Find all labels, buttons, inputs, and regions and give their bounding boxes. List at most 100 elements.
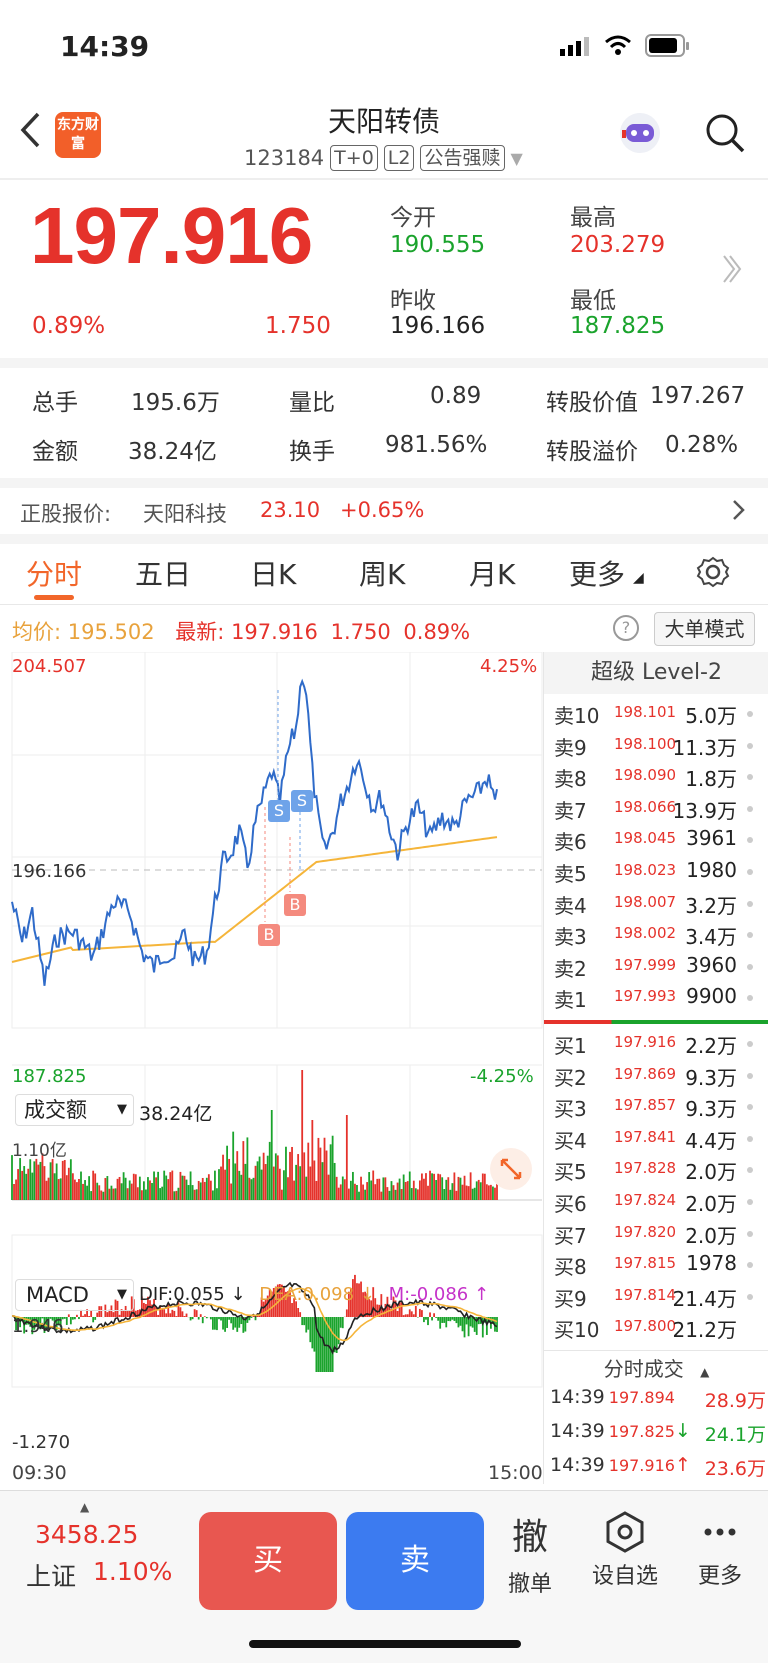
cancel-order-button[interactable]: 撤 撤单 xyxy=(485,1508,575,1598)
index-name[interactable]: 上证 xyxy=(26,1557,76,1593)
volume-value: 195.6万 xyxy=(131,390,220,416)
buy-button[interactable]: 买 xyxy=(199,1512,337,1610)
volume-bar xyxy=(307,1142,310,1200)
macd-bar xyxy=(455,1317,458,1324)
expand-chevron-icon[interactable] xyxy=(720,252,744,290)
volume-bar xyxy=(475,1181,478,1200)
bid-row[interactable]: 买2 197.869 9.3万 xyxy=(544,1062,759,1092)
volume-bar xyxy=(366,1182,369,1200)
ask-price: 198.002 xyxy=(614,924,677,943)
settings-gear-icon[interactable] xyxy=(696,555,730,593)
index-pct[interactable]: 1.10% xyxy=(93,1557,172,1586)
index-value[interactable]: 3458.25 xyxy=(35,1520,138,1549)
ask-row[interactable]: 卖8 198.090 1.8万 xyxy=(544,763,759,793)
macd-bar xyxy=(220,1317,222,1321)
sell-marker[interactable]: S xyxy=(291,790,313,812)
bid-price: 197.820 xyxy=(614,1222,677,1241)
big-order-mode-button[interactable]: 大单模式 xyxy=(654,612,755,646)
trade-volume: 24.1万 xyxy=(704,1424,766,1446)
indicator-selector[interactable]: MACD ▼ xyxy=(15,1279,134,1311)
ask-row[interactable]: 卖4 198.007 3.2万 xyxy=(544,890,759,920)
bid-row[interactable]: 买10 197.800 21.2万 xyxy=(544,1314,759,1344)
price-line xyxy=(11,678,498,986)
tab-intraday[interactable]: 分时 xyxy=(26,553,82,593)
volume-bar xyxy=(427,1185,429,1200)
volume-bar xyxy=(181,1175,184,1200)
trade-price: 197.825 xyxy=(608,1422,675,1441)
ask-level: 卖5 xyxy=(554,862,587,886)
macd-bar xyxy=(317,1317,320,1372)
volume-bar xyxy=(153,1171,155,1200)
macd-bar xyxy=(228,1317,231,1320)
volume-bar xyxy=(309,1166,312,1200)
dot-icon xyxy=(747,1135,753,1142)
macd-bar xyxy=(209,1317,212,1320)
bid-row[interactable]: 买4 197.841 4.4万 xyxy=(544,1125,759,1155)
trades-title[interactable]: 分时成交 ▲ xyxy=(544,1353,768,1382)
volume-bar xyxy=(169,1172,172,1200)
volume-bar xyxy=(69,1159,72,1200)
bid-row[interactable]: 买9 197.814 21.4万 xyxy=(544,1283,759,1313)
volume-bar xyxy=(207,1174,210,1200)
ask-row[interactable]: 卖3 198.002 3.4万 xyxy=(544,921,759,951)
avg-label: 均价: xyxy=(12,620,62,644)
macd-bar xyxy=(423,1317,425,1323)
tag-redeem[interactable]: 公告强赎 xyxy=(420,145,505,171)
divider xyxy=(0,534,768,544)
more-button[interactable]: 更多 xyxy=(675,1510,765,1590)
sell-marker[interactable]: S xyxy=(268,800,290,822)
volume-total: 38.24亿 xyxy=(139,1103,213,1125)
ask-row[interactable]: 卖6 198.045 3961 xyxy=(544,826,759,856)
fullscreen-icon[interactable] xyxy=(490,1148,532,1190)
tab-daily-k[interactable]: 日K xyxy=(250,553,296,593)
macd-bar xyxy=(78,1317,80,1320)
search-icon[interactable] xyxy=(704,112,746,158)
bid-row[interactable]: 买5 197.828 2.0万 xyxy=(544,1156,759,1186)
bid-row[interactable]: 买7 197.820 2.0万 xyxy=(544,1220,759,1250)
volume-bar xyxy=(138,1176,141,1200)
ask-level: 卖9 xyxy=(554,735,587,760)
help-icon[interactable]: ? xyxy=(613,615,639,641)
macd-bar xyxy=(465,1317,468,1325)
ask-level: 卖1 xyxy=(554,988,587,1013)
macd-bar xyxy=(331,1317,334,1372)
volume-bar xyxy=(78,1178,80,1200)
ask-row[interactable]: 卖10 198.101 5.0万 xyxy=(544,700,759,730)
volume-bar xyxy=(203,1181,206,1200)
tab-weekly-k[interactable]: 周K xyxy=(359,553,405,593)
underlying-stock-row[interactable]: 正股报价: 天阳科技 23.10 +0.65% xyxy=(0,488,768,534)
tab-monthly-k[interactable]: 月K xyxy=(469,553,515,593)
bid-price: 197.869 xyxy=(614,1064,677,1083)
sell-button[interactable]: 卖 xyxy=(346,1512,484,1610)
tab-five-day[interactable]: 五日 xyxy=(135,553,191,593)
chevron-right-icon xyxy=(732,498,746,526)
buy-marker[interactable]: B xyxy=(258,924,280,946)
volume-selector-label: 成交额 xyxy=(24,1098,87,1122)
macd-bar xyxy=(183,1316,186,1317)
add-favorite-button[interactable]: 设自选 xyxy=(580,1510,670,1590)
low-value: 187.825 xyxy=(570,313,666,339)
ask-row[interactable]: 卖5 198.023 1980 xyxy=(544,858,759,888)
volume-bar xyxy=(418,1180,421,1200)
robot-assistant-icon[interactable] xyxy=(617,110,663,160)
volume-bar xyxy=(238,1170,241,1200)
buy-marker[interactable]: B xyxy=(284,894,306,916)
ask-row[interactable]: 卖9 198.100 11.3万 xyxy=(544,732,759,762)
bid-row[interactable]: 买1 197.916 2.2万 xyxy=(544,1030,759,1060)
volume-bar xyxy=(189,1171,192,1200)
ask-row[interactable]: 卖1 197.993 9900 xyxy=(544,984,759,1014)
volume-bar xyxy=(122,1172,125,1200)
bid-row[interactable]: 买8 197.815 1978 xyxy=(544,1251,759,1281)
dropdown-icon[interactable]: ▼ xyxy=(511,149,523,168)
ask-row[interactable]: 卖2 197.999 3960 xyxy=(544,953,759,983)
tab-more[interactable]: 更多 xyxy=(569,553,625,593)
bid-row[interactable]: 买6 197.824 2.0万 xyxy=(544,1188,759,1218)
vol-ratio-value: 0.89 xyxy=(430,383,482,409)
volume-bar xyxy=(459,1177,462,1200)
macd-bar xyxy=(459,1317,462,1326)
bid-row[interactable]: 买3 197.857 9.3万 xyxy=(544,1093,759,1123)
divider xyxy=(0,604,768,605)
ask-row[interactable]: 卖7 198.066 13.9万 xyxy=(544,795,759,825)
volume-bar xyxy=(232,1131,235,1200)
volume-selector[interactable]: 成交额 ▼ xyxy=(15,1094,134,1126)
